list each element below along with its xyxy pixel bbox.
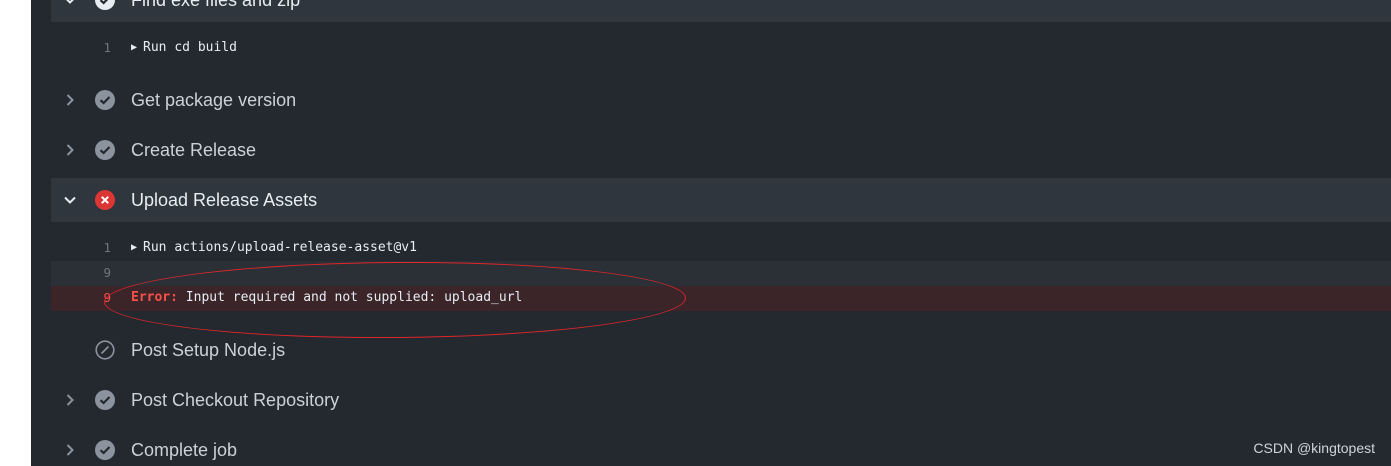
- line-number[interactable]: 1: [51, 40, 111, 55]
- step-get-package-version[interactable]: Get package version: [51, 78, 1391, 122]
- step-label: Post Setup Node.js: [131, 339, 286, 360]
- step-label: Complete job: [131, 439, 238, 460]
- step-label: Create Release: [131, 139, 257, 160]
- step-label: Get package version: [131, 89, 297, 110]
- chevron-down-icon: [63, 193, 77, 207]
- log-text[interactable]: ▶ Run actions/upload-release-asset@v1: [131, 240, 417, 255]
- line-number[interactable]: 1: [51, 240, 111, 255]
- step-label: Post Checkout Repository: [131, 389, 340, 410]
- expand-triangle-icon[interactable]: ▶: [131, 242, 137, 253]
- chevron-right-icon: [63, 393, 77, 407]
- chevron-right-icon: [63, 143, 77, 157]
- step-post-checkout[interactable]: Post Checkout Repository: [51, 378, 1391, 422]
- success-icon: [95, 140, 115, 160]
- line-number[interactable]: 9: [51, 265, 111, 280]
- step-label: Find exe files and zip: [131, 0, 300, 11]
- success-icon: [95, 390, 115, 410]
- chevron-down-icon: [63, 0, 77, 7]
- expand-triangle-icon[interactable]: ▶: [131, 42, 137, 53]
- log-line-error[interactable]: 9 Error: Input required and not supplied…: [51, 286, 1391, 311]
- success-icon: [95, 440, 115, 460]
- failure-icon: [95, 190, 115, 210]
- step-post-setup-node[interactable]: Post Setup Node.js: [51, 328, 1391, 372]
- watermark: CSDN @kingtopest: [1253, 440, 1375, 456]
- chevron-right-icon: [63, 443, 77, 457]
- log-text: Error: Input required and not supplied: …: [131, 290, 522, 305]
- log-line[interactable]: 1 ▶ Run cd build: [51, 36, 1391, 61]
- error-keyword: Error:: [131, 290, 178, 305]
- step-create-release[interactable]: Create Release: [51, 128, 1391, 172]
- log-line[interactable]: 1 ▶ Run actions/upload-release-asset@v1: [51, 236, 1391, 261]
- step-upload-release-assets[interactable]: Upload Release Assets: [51, 178, 1391, 222]
- job-log-panel: Find exe files and zip 1 ▶Run cd build G…: [31, 0, 1391, 466]
- success-icon: [95, 90, 115, 110]
- log-line[interactable]: 9: [51, 261, 1391, 286]
- step-label: Upload Release Assets: [131, 189, 318, 210]
- step-find-exe[interactable]: Find exe files and zip: [51, 0, 1391, 22]
- error-message: Input required and not supplied: upload_…: [185, 290, 523, 305]
- success-icon: [95, 0, 115, 10]
- line-number[interactable]: 9: [51, 290, 111, 305]
- skipped-icon: [95, 340, 115, 360]
- log-text[interactable]: ▶ Run cd build: [131, 40, 237, 55]
- chevron-right-icon: [63, 93, 77, 107]
- step-complete-job[interactable]: Complete job: [51, 428, 1391, 466]
